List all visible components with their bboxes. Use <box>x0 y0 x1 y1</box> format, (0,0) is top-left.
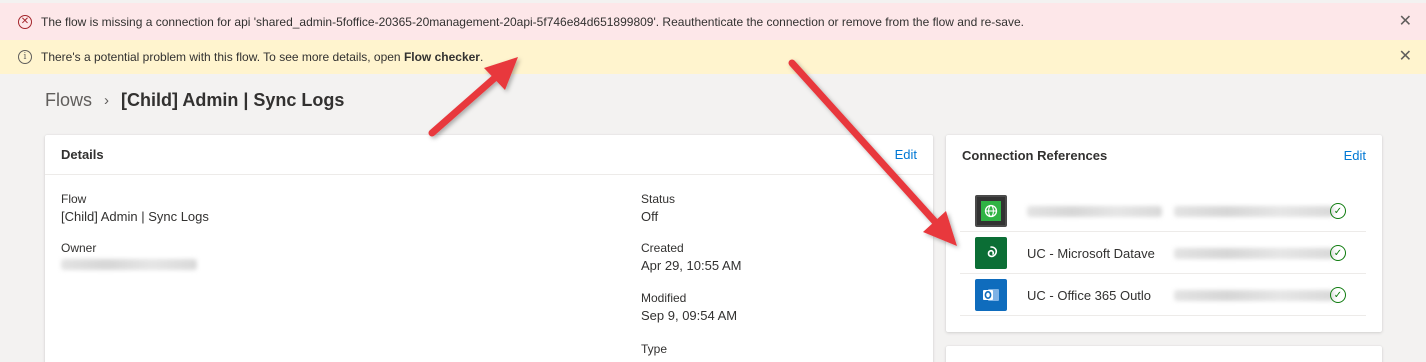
flow-label: Flow <box>61 192 87 206</box>
connection-references-card: Connection References Edit ✓ UC - Micros… <box>946 135 1382 332</box>
owner-value-redacted <box>61 258 197 273</box>
chevron-right-icon: › <box>104 92 110 109</box>
type-label: Type <box>641 342 668 356</box>
breadcrumb-flows-link[interactable]: Flows <box>45 90 92 111</box>
owner-field: Owner <box>61 241 197 273</box>
details-title: Details <box>61 147 104 162</box>
connection-row[interactable]: UC - Microsoft Datave ✓ <box>960 233 1366 274</box>
connection-account-redacted <box>1174 205 1334 217</box>
details-card-header: Details Edit <box>45 135 933 175</box>
details-edit-button[interactable]: Edit <box>895 147 917 162</box>
close-icon[interactable]: ✕ <box>1399 49 1412 65</box>
globe-icon <box>975 195 1007 227</box>
type-field: Type <box>641 342 667 356</box>
status-label: Status <box>641 192 676 206</box>
connection-references-header: Connection References Edit <box>946 135 1382 175</box>
connection-row[interactable]: ✓ <box>960 191 1366 232</box>
modified-field: Modified Sep 9, 09:54 AM <box>641 291 737 323</box>
owner-label: Owner <box>61 241 97 255</box>
connection-name: UC - Microsoft Datave <box>1027 245 1155 261</box>
connection-account-redacted <box>1174 247 1334 259</box>
outlook-icon <box>975 279 1007 311</box>
warning-text-suffix: . <box>479 50 484 64</box>
check-circle-icon: ✓ <box>1330 245 1346 261</box>
error-circle-icon: ✕ <box>18 14 32 29</box>
info-circle-icon: i <box>18 50 32 64</box>
warning-banner: i There's a potential problem with this … <box>0 40 1426 74</box>
created-label: Created <box>641 241 684 255</box>
flow-field: Flow [Child] Admin | Sync Logs <box>61 192 209 224</box>
status-value: Off <box>641 209 659 224</box>
connection-name-redacted <box>1027 205 1162 217</box>
error-banner: ✕ The flow is missing a connection for a… <box>0 3 1426 40</box>
connection-references-edit-button[interactable]: Edit <box>1344 148 1366 163</box>
status-field: Status Off <box>641 192 675 224</box>
flow-value: [Child] Admin | Sync Logs <box>61 209 209 224</box>
connection-name: UC - Office 365 Outlo <box>1027 287 1152 303</box>
created-field: Created Apr 29, 10:55 AM <box>641 241 741 273</box>
error-banner-text: The flow is missing a connection for api… <box>41 14 1024 29</box>
warning-banner-text: There's a potential problem with this fl… <box>41 50 483 64</box>
flow-checker-link[interactable]: Flow checker <box>404 50 480 64</box>
dataverse-icon <box>975 237 1007 269</box>
check-circle-icon: ✓ <box>1330 203 1346 219</box>
check-circle-icon: ✓ <box>1330 287 1346 303</box>
created-value: Apr 29, 10:55 AM <box>641 258 742 273</box>
details-card: Details Edit Flow [Child] Admin | Sync L… <box>45 135 933 362</box>
modified-label: Modified <box>641 291 687 305</box>
next-card <box>946 346 1382 362</box>
breadcrumb: Flows › [Child] Admin | Sync Logs <box>45 90 344 111</box>
connection-row[interactable]: UC - Office 365 Outlo ✓ <box>960 275 1366 316</box>
close-icon[interactable]: ✕ <box>1399 13 1412 30</box>
warning-text-prefix: There's a potential problem with this fl… <box>41 50 404 64</box>
modified-value: Sep 9, 09:54 AM <box>641 308 738 323</box>
connection-account-redacted <box>1174 289 1334 301</box>
page-title: [Child] Admin | Sync Logs <box>121 90 345 110</box>
connection-references-title: Connection References <box>962 147 1108 163</box>
